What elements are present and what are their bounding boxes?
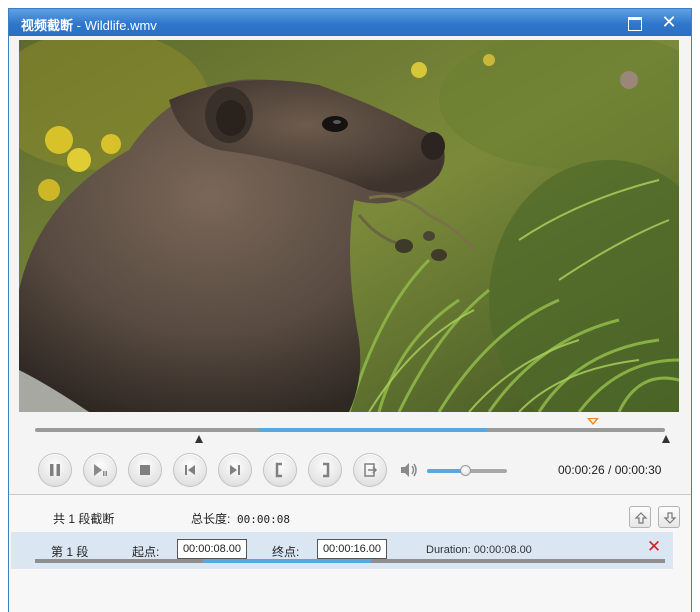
delete-icon: ✕ — [646, 537, 662, 556]
frame-step-icon — [94, 464, 107, 476]
bracket-left-icon — [275, 462, 282, 478]
total-length-label: 总长度: — [191, 512, 231, 526]
time-separator: / — [604, 463, 615, 477]
total-time: 00:00:30 — [614, 463, 662, 477]
segment-range-fill — [203, 559, 371, 563]
arrow-down-icon — [663, 512, 677, 524]
move-down-button[interactable] — [658, 506, 680, 528]
set-end-button[interactable] — [308, 453, 342, 487]
title-bar: 视频截断 - Wildlife.wmv ✕ — [9, 9, 691, 36]
start-point-label: 起点: — [132, 545, 160, 559]
stop-button[interactable] — [128, 453, 162, 487]
video-frame — [19, 40, 679, 412]
volume-icon[interactable] — [399, 461, 419, 479]
pause-button[interactable] — [38, 453, 72, 487]
next-button[interactable] — [218, 453, 252, 487]
segment-count: 共 1 段截断 — [53, 512, 115, 526]
export-button[interactable] — [353, 453, 387, 487]
current-time: 00:00:26 — [558, 463, 605, 477]
skip-back-icon — [185, 465, 195, 475]
skip-forward-icon — [230, 465, 240, 475]
start-time-field[interactable] — [177, 539, 247, 559]
previous-button[interactable] — [173, 453, 207, 487]
segment-range-bar — [35, 559, 665, 563]
total-length: 总长度: 00:00:08 — [191, 510, 290, 527]
frame-step-button[interactable] — [83, 453, 117, 487]
close-button[interactable]: ✕ — [658, 12, 680, 32]
total-length-value: 00:00:08 — [230, 513, 290, 526]
close-icon: ✕ — [661, 12, 677, 32]
segment-duration: Duration: 00:00:08.00 — [426, 544, 532, 556]
set-start-button[interactable] — [263, 453, 297, 487]
delete-segment-button[interactable]: ✕ — [645, 538, 663, 556]
volume-knob[interactable] — [460, 465, 471, 476]
pause-icon — [50, 464, 60, 476]
video-preview[interactable] — [19, 40, 679, 412]
segment-label: 第 1 段 — [51, 545, 89, 559]
start-marker[interactable] — [195, 435, 203, 443]
time-readout: 00:00:26 / 00:00:30 — [558, 463, 661, 477]
timeline-track[interactable] — [35, 428, 665, 432]
video-trim-window: 视频截断 - Wildlife.wmv ✕ 00:00:26 / 00:00:3… — [8, 8, 692, 612]
window-title-text: 视频截断 — [21, 18, 74, 33]
export-icon — [364, 463, 378, 477]
end-point-label: 终点: — [272, 545, 300, 559]
arrow-up-icon — [634, 512, 648, 524]
segment-row[interactable]: 第 1 段 起点: 终点: Duration: 00:00:08.00 ✕ — [11, 532, 673, 569]
end-marker[interactable] — [662, 435, 670, 443]
bracket-right-icon — [323, 462, 330, 478]
move-up-button[interactable] — [629, 506, 651, 528]
playhead-marker[interactable] — [587, 418, 599, 425]
maximize-button[interactable] — [623, 12, 645, 32]
window-filename: - Wildlife.wmv — [73, 18, 157, 33]
stop-icon — [140, 465, 150, 475]
window-title: 视频截断 - Wildlife.wmv — [21, 15, 157, 34]
timeline-selection — [259, 428, 487, 432]
end-time-field[interactable] — [317, 539, 387, 559]
